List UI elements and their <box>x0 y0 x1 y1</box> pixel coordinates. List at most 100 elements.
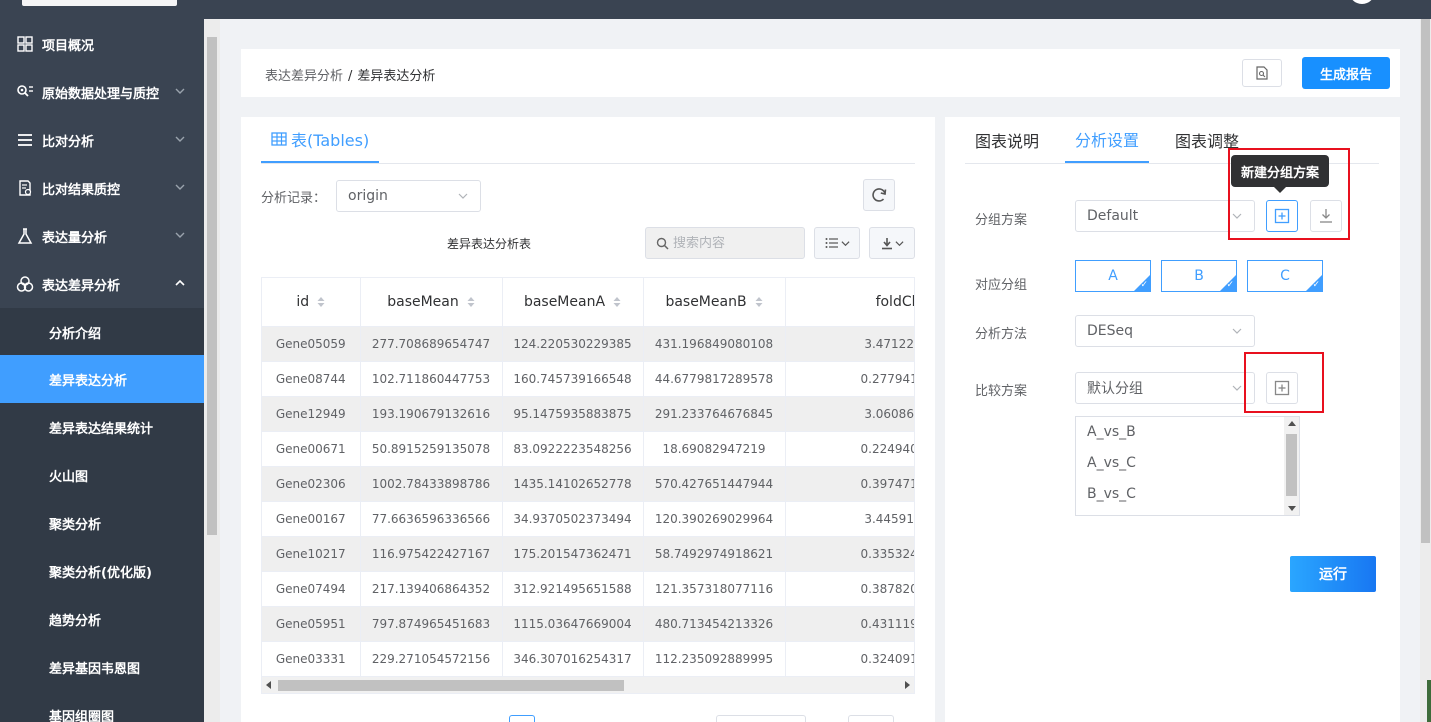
method-select[interactable]: DESeq <box>1075 315 1255 347</box>
sidebar-item-alignment[interactable]: 比对分析 <box>0 116 204 164</box>
sidebar-sub-label: 聚类分析(优化版) <box>49 565 152 581</box>
table-row[interactable]: Gene03331 229.271054572156 346.30701625431… <box>262 641 914 677</box>
list-item[interactable]: B_vs_C <box>1076 479 1299 510</box>
sort-icon[interactable] <box>317 296 325 308</box>
table-cell: 277.708689654747 <box>360 326 503 362</box>
column-header-foldchange[interactable]: foldChange <box>785 278 914 327</box>
scroll-left-arrow[interactable] <box>266 681 271 689</box>
table-row[interactable]: Gene00167 77.6636596336566 34.937050237349… <box>262 501 914 537</box>
column-header-basemean[interactable]: baseMean <box>360 278 503 327</box>
sidebar-sub-result-stats[interactable]: 差异表达结果统计 <box>0 403 204 451</box>
table-row[interactable]: Gene05951 797.874965451683 1115.0364766900… <box>262 606 914 642</box>
scrollbar-thumb[interactable] <box>207 37 217 535</box>
tab-tables[interactable]: 表(Tables) <box>261 117 380 163</box>
compare-select[interactable]: 默认分组 <box>1075 372 1255 404</box>
sidebar-sub-intro[interactable]: 分析介绍 <box>0 308 204 356</box>
compare-list[interactable]: A_vs_B A_vs_C B_vs_C <box>1075 416 1300 516</box>
download-menu-button[interactable] <box>869 227 915 259</box>
column-settings-button[interactable] <box>814 227 860 259</box>
tab-tables-label: 表(Tables) <box>291 131 370 150</box>
table-row[interactable]: Gene05059 277.708689654747 124.22053022938… <box>262 326 914 362</box>
table-row[interactable]: Gene10217 116.975422427167 175.20154736247… <box>262 536 914 572</box>
record-select[interactable]: origin <box>336 180 481 212</box>
table-cell: 3.06086316735171 <box>785 396 914 432</box>
search-input[interactable] <box>673 235 793 251</box>
group-button-label: B <box>1194 268 1204 284</box>
document-button[interactable] <box>1242 59 1282 87</box>
list-scrollbar[interactable] <box>1284 417 1299 515</box>
tab-chart-description[interactable]: 图表说明 <box>965 117 1049 163</box>
list-item[interactable]: A_vs_B <box>1076 417 1299 448</box>
column-header-basemeana[interactable]: baseMeanA <box>502 278 644 327</box>
table-row[interactable]: Gene08744 102.711860447753 160.74573916654… <box>262 361 914 397</box>
flask-icon <box>16 227 34 245</box>
sidebar-sub-venn[interactable]: 差异基因韦恩图 <box>0 643 204 691</box>
table-row[interactable]: Gene02306 1002.78433898786 1435.1410265277… <box>262 466 914 502</box>
table-row[interactable]: Gene07494 217.139406864352 312.92149565158… <box>262 571 914 607</box>
method-value: DESeq <box>1087 323 1134 339</box>
sidebar-sub-clustering[interactable]: 聚类分析 <box>0 499 204 547</box>
table-cell: 1435.14102652778 <box>502 466 644 502</box>
table-horizontal-scrollbar[interactable] <box>262 677 914 693</box>
scrollbar-thumb[interactable] <box>1286 434 1297 496</box>
table-row[interactable]: Gene00671 50.8915259135078 83.092222354825… <box>262 431 914 467</box>
group-button-a[interactable]: A ✓ <box>1075 260 1151 292</box>
sidebar-item-label: 表达差异分析 <box>42 278 121 294</box>
sidebar-item-overview[interactable]: 项目概况 <box>0 20 204 68</box>
sidebar-sub-label: 火山图 <box>49 469 89 485</box>
group-button-b[interactable]: B ✓ <box>1161 260 1237 292</box>
page-scrollbar[interactable] <box>1420 19 1431 722</box>
table-row[interactable]: Gene12949 193.190679132616 95.147593588387… <box>262 396 914 432</box>
table-cell: Gene12949 <box>262 396 361 432</box>
table-cell: 175.201547362471 <box>502 536 644 572</box>
compare-label: 比较方案 <box>975 384 1028 399</box>
generate-report-button[interactable]: 生成报告 <box>1302 57 1390 89</box>
sidebar-item-label: 比对结果质控 <box>42 182 121 198</box>
table-cell: Gene07494 <box>262 571 361 607</box>
tab-analysis-settings[interactable]: 分析设置 <box>1065 117 1150 163</box>
sidebar-sub-label: 差异表达结果统计 <box>49 421 154 437</box>
refresh-button[interactable] <box>863 179 895 211</box>
sidebar-sub-circos[interactable]: 基因组圈图 <box>0 691 204 722</box>
sort-icon[interactable] <box>755 296 763 308</box>
column-header-basemeanb[interactable]: baseMeanB <box>643 278 786 327</box>
scrollbar-thumb[interactable] <box>278 680 624 691</box>
run-button[interactable]: 运行 <box>1290 556 1376 592</box>
table-cell: 3.47122048411693 <box>785 326 914 362</box>
sidebar-item-differential[interactable]: 表达差异分析 <box>0 260 204 308</box>
column-header-label: foldChange <box>875 293 914 310</box>
sidebar-sub-volcano[interactable]: 火山图 <box>0 451 204 499</box>
sidebar-item-raw-data-qc[interactable]: 原始数据处理与质控 <box>0 68 204 116</box>
column-header-id[interactable]: id <box>262 278 361 327</box>
search-box[interactable] <box>645 227 805 259</box>
table-cell: 0.224940781970847 <box>785 431 914 467</box>
group-scheme-value: Default <box>1087 208 1139 224</box>
scroll-right-arrow[interactable] <box>905 681 910 689</box>
tables-panel: 表(Tables) 分析记录： origin 差异表达分析表 id baseMea… <box>241 117 935 722</box>
pagination-size-select[interactable] <box>716 715 806 722</box>
scrollbar-thumb[interactable] <box>1421 19 1430 543</box>
breadcrumb-separator: / <box>348 69 353 84</box>
table-cell: 0.335324078903921 <box>785 536 914 572</box>
breadcrumb-parent[interactable]: 表达差异分析 <box>265 69 343 84</box>
sidebar-sub-trend[interactable]: 趋势分析 <box>0 595 204 643</box>
sidebar-scrollbar[interactable] <box>204 19 220 722</box>
sidebar-item-expression[interactable]: 表达量分析 <box>0 212 204 260</box>
list-item[interactable]: A_vs_C <box>1076 448 1299 479</box>
sidebar-sub-clustering-optimized[interactable]: 聚类分析(优化版) <box>0 547 204 595</box>
pagination-current-page[interactable] <box>509 715 535 722</box>
sort-icon[interactable] <box>613 296 621 308</box>
sort-icon[interactable] <box>467 296 475 308</box>
group-button-c[interactable]: C ✓ <box>1247 260 1323 292</box>
sidebar-item-alignment-qc[interactable]: 比对结果质控 <box>0 164 204 212</box>
scroll-down-arrow[interactable] <box>1288 506 1296 511</box>
table-cell: 0.431119038939706 <box>785 606 914 642</box>
document-check-icon <box>16 179 34 197</box>
pagination-jump-input[interactable] <box>848 715 894 722</box>
table-cell: 124.220530229385 <box>502 326 644 362</box>
avatar[interactable] <box>1349 0 1375 4</box>
sidebar-item-label: 表达量分析 <box>42 230 108 246</box>
sidebar-sub-differential-analysis[interactable]: 差异表达分析 <box>0 355 204 403</box>
scroll-up-arrow[interactable] <box>1288 421 1296 426</box>
sidebar-sub-label: 分析介绍 <box>49 326 102 342</box>
